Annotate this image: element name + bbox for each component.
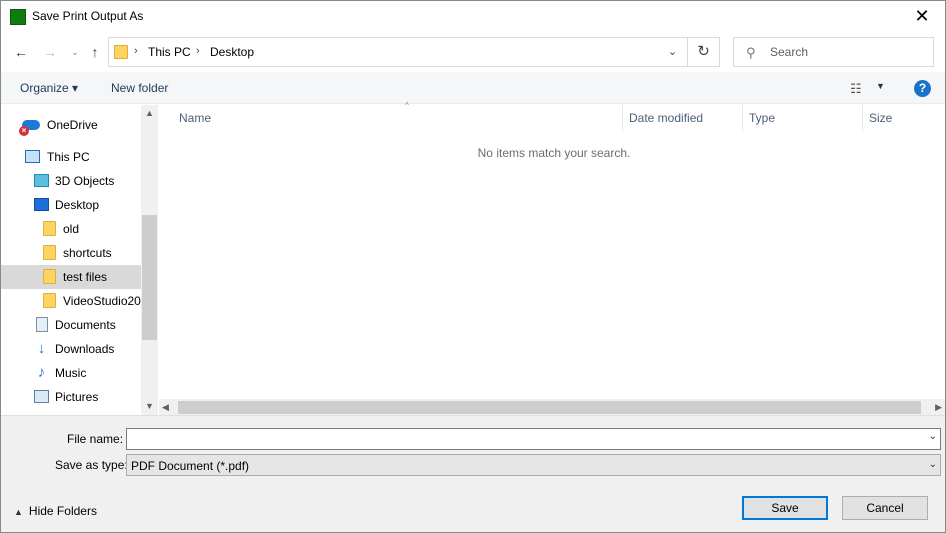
tree-item-shortcuts[interactable]: shortcuts [1, 241, 141, 265]
tree-item-onedrive[interactable]: × OneDrive [1, 113, 141, 137]
scroll-right-arrow-icon[interactable]: ▶ [935, 399, 942, 416]
search-box[interactable]: ⚲ [733, 37, 934, 67]
tree-item-old[interactable]: old [1, 217, 141, 241]
scroll-down-arrow-icon[interactable]: ▼ [141, 398, 158, 415]
save-options-panel: File name: ⌄ Save as type: PDF Document … [1, 415, 945, 532]
breadcrumb-desktop[interactable]: Desktop [210, 45, 254, 59]
tree-label: Desktop [55, 198, 100, 212]
sort-ascending-icon: ^ [405, 101, 409, 110]
breadcrumb-this-pc[interactable]: This PC [148, 45, 191, 59]
tree-label: VideoStudio20 [63, 294, 141, 308]
column-header-date-modified[interactable]: Date modified [623, 105, 743, 131]
sync-error-icon: × [19, 126, 29, 136]
back-button[interactable]: ← [10, 41, 32, 63]
change-view-icon[interactable]: ☷ [850, 81, 862, 97]
tree-label: This PC [47, 150, 90, 164]
save-as-type-select[interactable]: PDF Document (*.pdf) ⌄ [126, 454, 941, 476]
tree-item-3d-objects[interactable]: 3D Objects [1, 169, 141, 193]
search-icon: ⚲ [746, 45, 756, 60]
window-title: Save Print Output As [32, 9, 144, 23]
column-label: Type [749, 111, 776, 125]
file-name-combo[interactable]: ⌄ [126, 428, 941, 450]
documents-icon [36, 317, 48, 332]
tree-label: old [63, 222, 80, 236]
search-input[interactable] [770, 44, 928, 60]
save-as-type-dropdown-icon[interactable]: ⌄ [929, 459, 937, 470]
up-button[interactable]: ↑ [84, 41, 106, 63]
3d-objects-icon [34, 174, 49, 187]
app-icon [10, 9, 26, 25]
downloads-icon: ↓ [37, 340, 46, 357]
save-dialog: Save Print Output As ✕ ← → ⌄ ↑ › This PC… [0, 0, 946, 533]
scroll-up-arrow-icon[interactable]: ▲ [141, 105, 158, 122]
refresh-button[interactable]: ↻ [688, 37, 720, 67]
column-header-type[interactable]: Type [743, 105, 863, 131]
scroll-left-arrow-icon[interactable]: ◀ [162, 399, 169, 416]
folder-icon [114, 45, 128, 59]
title-bar: Save Print Output As ✕ [1, 1, 945, 33]
navigation-pane: × OneDrive This PC 3D Objects Desktop ol… [1, 105, 159, 415]
save-button[interactable]: Save [742, 496, 828, 520]
file-name-label: File name: [67, 432, 124, 446]
file-list: Name ^ Date modified Type Size No items … [159, 101, 945, 416]
tree-item-downloads[interactable]: ↓ Downloads [1, 337, 141, 361]
this-pc-icon [25, 150, 40, 163]
column-label: Name [179, 111, 212, 125]
tree-label: Documents [55, 318, 116, 332]
address-dropdown-button[interactable]: ⌄ [657, 38, 687, 66]
file-name-input[interactable] [130, 431, 920, 447]
tree-item-documents[interactable]: Documents [1, 313, 141, 337]
file-list-scrollbar[interactable]: ◀ ▶ [159, 399, 945, 416]
view-options-arrow[interactable]: ▼ [876, 81, 885, 91]
column-header-size[interactable]: Size [863, 105, 943, 131]
folder-icon [43, 269, 56, 284]
folder-icon [43, 293, 56, 308]
tree-label: test files [63, 270, 108, 284]
scrollbar-thumb[interactable] [142, 215, 157, 340]
new-folder-button[interactable]: New folder [111, 81, 168, 95]
breadcrumb-separator[interactable]: › [134, 45, 138, 57]
column-label: Size [869, 111, 893, 125]
column-label: Date modified [629, 111, 704, 125]
address-bar[interactable]: › This PC › Desktop ⌄ [108, 37, 688, 67]
tree-item-videostudio[interactable]: VideoStudio20 [1, 289, 141, 313]
hide-folders-label: Hide Folders [28, 504, 97, 518]
recent-locations-button[interactable]: ⌄ [64, 41, 86, 63]
column-header-name[interactable]: Name ^ [173, 101, 623, 131]
tree-item-desktop[interactable]: Desktop [1, 193, 141, 217]
music-icon: ♪ [37, 364, 46, 381]
pictures-icon [34, 390, 49, 403]
tree-label: Downloads [55, 342, 115, 356]
close-button[interactable]: ✕ [899, 1, 945, 33]
desktop-icon [34, 198, 49, 211]
file-name-dropdown-icon[interactable]: ⌄ [929, 431, 937, 442]
navigation-bar: ← → ⌄ ↑ › This PC › Desktop ⌄ ↻ ⚲ [1, 33, 945, 71]
tree-label: 3D Objects [55, 174, 115, 188]
tree-label: OneDrive [47, 118, 98, 132]
tree-label: Music [55, 366, 87, 380]
folder-icon [43, 245, 56, 260]
command-bar: Organize ▾ New folder ☷ ▼ ? [1, 72, 945, 104]
tree-item-music[interactable]: ♪ Music [1, 361, 141, 385]
save-as-type-value: PDF Document (*.pdf) [131, 459, 250, 473]
save-as-type-label: Save as type: [55, 458, 128, 472]
tree-label: Pictures [55, 390, 99, 404]
tree-item-this-pc[interactable]: This PC [1, 145, 141, 169]
breadcrumb-separator[interactable]: › [196, 45, 200, 57]
empty-message: No items match your search. [477, 146, 631, 160]
help-icon[interactable]: ? [914, 80, 931, 97]
forward-button[interactable]: → [39, 41, 61, 63]
cancel-button[interactable]: Cancel [842, 496, 928, 520]
folder-icon [43, 221, 56, 236]
organize-menu[interactable]: Organize ▾ [20, 81, 78, 95]
tree-item-pictures[interactable]: Pictures [1, 385, 141, 409]
hide-folders-button[interactable]: ▲ Hide Folders [14, 504, 97, 518]
scrollbar-thumb[interactable] [178, 401, 921, 414]
navigation-scrollbar[interactable]: ▲ ▼ [141, 105, 158, 415]
chevron-up-icon: ▲ [14, 507, 23, 517]
tree-label: shortcuts [63, 246, 112, 260]
tree-item-test-files[interactable]: test files [1, 265, 141, 289]
